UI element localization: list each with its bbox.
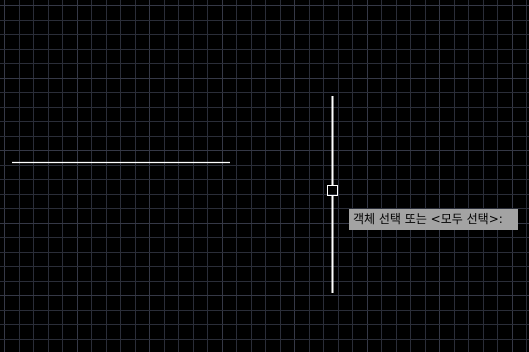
grid-lines [0,0,529,352]
command-prompt-text: 객체 선택 또는 <모두 선택>: [353,212,503,226]
command-prompt-tooltip: 객체 선택 또는 <모두 선택>: [349,209,518,230]
drawing-canvas[interactable] [0,0,529,352]
drawing-viewport[interactable]: 객체 선택 또는 <모두 선택>: [0,0,529,352]
